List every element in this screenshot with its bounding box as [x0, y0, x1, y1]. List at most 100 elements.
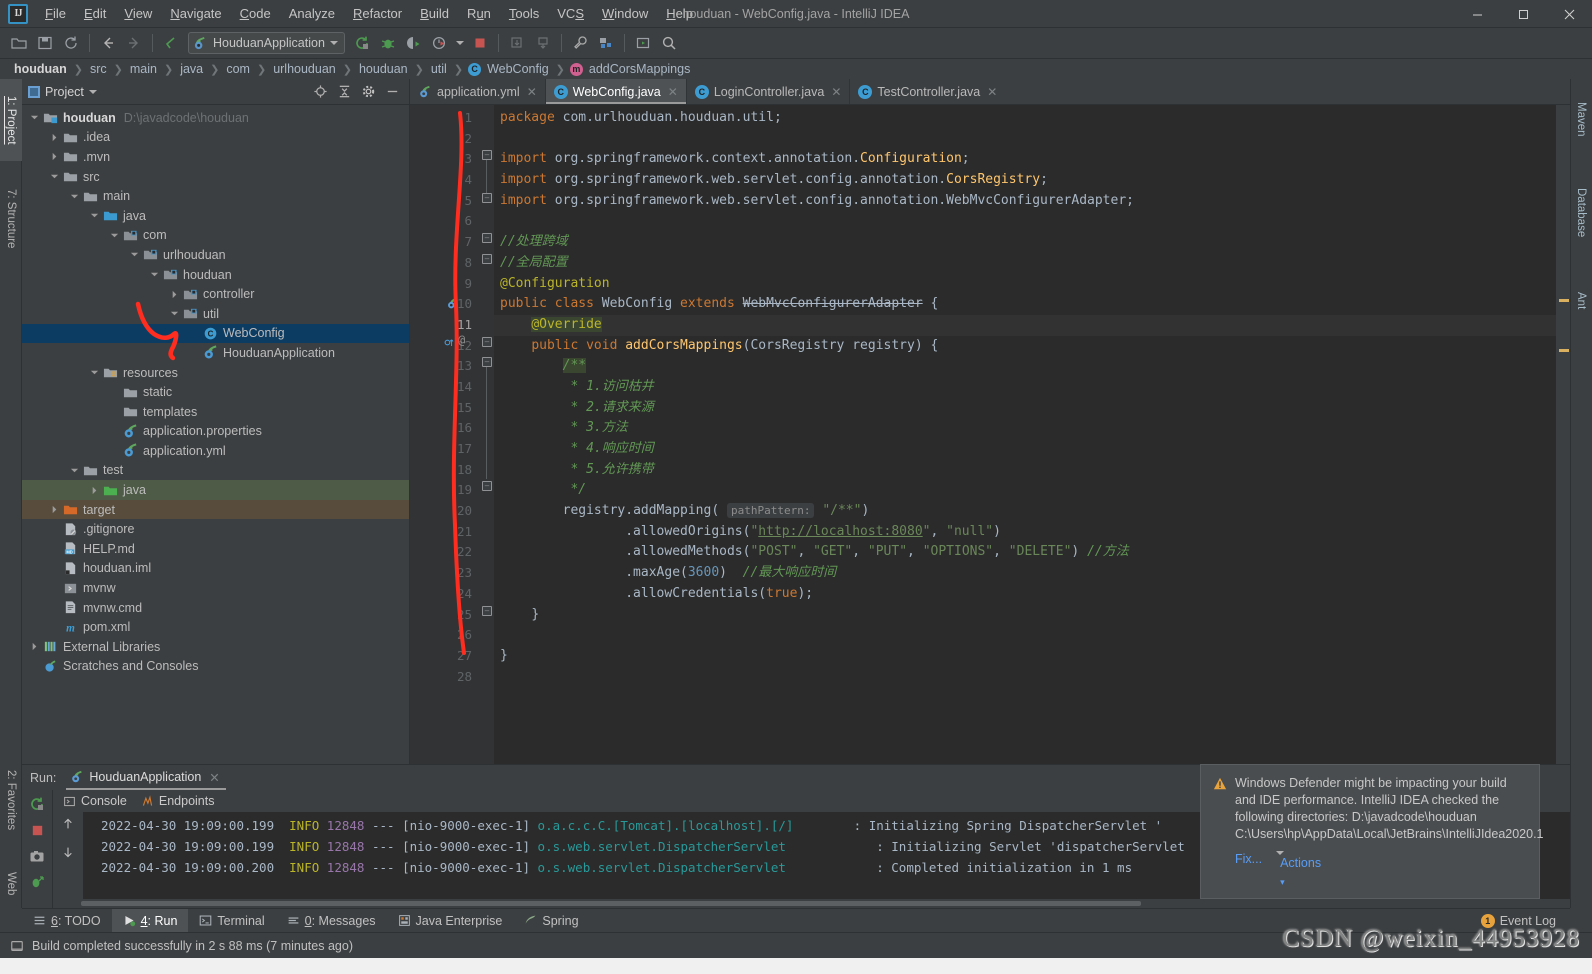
menu-file[interactable]: File — [36, 2, 75, 25]
breadcrumb-item-5[interactable]: urlhouduan — [271, 62, 338, 76]
tree-node-controller[interactable]: controller — [22, 284, 409, 304]
profile-dropdown-icon[interactable] — [453, 31, 467, 55]
menu-window[interactable]: Window — [593, 2, 657, 25]
tree-node-webconfig[interactable]: C WebConfig — [22, 323, 409, 344]
sidebar-tab-database[interactable]: Database — [1570, 165, 1592, 261]
chevron-down-icon[interactable] — [88, 367, 100, 379]
sidebar-tab-structure[interactable]: 7: Structure — [0, 169, 22, 269]
event-log-button[interactable]: 1 Event Log — [1480, 913, 1570, 928]
tool-tab-messages[interactable]: 0: Messages — [276, 909, 387, 933]
tree-node-pom-xml[interactable]: m pom.xml — [22, 617, 409, 637]
tree-node-test[interactable]: test — [22, 461, 409, 481]
camera-icon[interactable] — [26, 846, 48, 866]
run-tab-houduanapplication[interactable]: HouduanApplication ✕ — [64, 768, 227, 790]
forward-arrow-icon[interactable] — [121, 31, 147, 55]
chevron-down-icon[interactable] — [88, 89, 97, 94]
chevron-down-icon[interactable] — [28, 112, 40, 124]
tree-node--gitignore[interactable]: .gitignore — [22, 519, 409, 539]
stripe-warning[interactable] — [1559, 299, 1569, 302]
chevron-right-icon[interactable] — [48, 504, 60, 516]
close-icon[interactable]: ✕ — [668, 85, 678, 99]
breadcrumb-item-8[interactable]: WebConfig — [485, 62, 551, 76]
menu-build[interactable]: Build — [411, 2, 458, 25]
console-tab-endpoints[interactable]: Endpoints — [141, 794, 214, 808]
console-horizontal-scrollbar[interactable] — [53, 899, 1570, 908]
rerun-icon[interactable] — [26, 794, 48, 814]
close-icon[interactable]: ✕ — [831, 85, 841, 99]
sidebar-tab-project[interactable]: 1: Project — [0, 79, 22, 161]
chevron-down-icon[interactable] — [108, 229, 120, 241]
editor-tab-testcontroller-java[interactable]: C TestController.java ✕ — [850, 79, 1005, 104]
scroll-down-icon[interactable] — [57, 842, 79, 862]
menu-analyze[interactable]: Analyze — [280, 2, 344, 25]
breadcrumb-item-7[interactable]: util — [429, 62, 449, 76]
tree-node-application-properties[interactable]: application.properties — [22, 422, 409, 442]
tree-node-help-md[interactable]: MD HELP.md — [22, 539, 409, 559]
editor-tab-webconfig-java[interactable]: C WebConfig.java ✕ — [545, 79, 687, 104]
error-stripe-marker-bar[interactable] — [1556, 105, 1570, 764]
console-tab-console[interactable]: Console — [63, 794, 127, 808]
settings-wrench-icon[interactable] — [567, 31, 593, 55]
stop-icon[interactable] — [26, 820, 48, 840]
tool-tab-todo[interactable]: 6: TODO — [22, 909, 112, 933]
close-button[interactable] — [1546, 0, 1592, 28]
tree-node-external-libraries[interactable]: External Libraries — [22, 637, 409, 657]
chevron-down-icon[interactable] — [168, 308, 180, 320]
tool-tab-run[interactable]: 4: Run — [111, 908, 189, 933]
run-coverage-icon[interactable] — [401, 31, 427, 55]
tree-node-java[interactable]: java — [22, 206, 409, 226]
tree-node-com[interactable]: com — [22, 226, 409, 246]
breadcrumb-item-3[interactable]: java — [178, 62, 205, 76]
tree-node-static[interactable]: static — [22, 382, 409, 402]
code-folding-column[interactable]: – – – – – – – – — [480, 105, 494, 764]
project-tree[interactable]: houduan D:\javadcode\houduan .idea .mvn src m… — [22, 105, 409, 764]
sidebar-tab-favorites[interactable]: 2: Favorites — [0, 747, 22, 853]
chevron-down-icon[interactable] — [148, 269, 160, 281]
code-text-area[interactable]: package com.urlhouduan.houduan.util; imp… — [494, 105, 1556, 764]
select-in-icon[interactable] — [630, 31, 656, 55]
collapse-all-icon[interactable] — [333, 82, 355, 102]
stripe-warning[interactable] — [1559, 349, 1569, 352]
profile-icon[interactable] — [427, 31, 453, 55]
tree-node-mvnw[interactable]: mvnw — [22, 578, 409, 598]
chevron-down-icon[interactable] — [68, 190, 80, 202]
notification-actions-link[interactable]: Actions — [1276, 851, 1321, 870]
run-configuration-selector[interactable]: HouduanApplication — [188, 32, 345, 54]
notification-popup[interactable]: Windows Defender might be impacting your… — [1200, 764, 1544, 899]
tree-node-application-yml[interactable]: application.yml — [22, 441, 409, 461]
menu-code[interactable]: Code — [231, 2, 280, 25]
undo-icon[interactable] — [158, 31, 184, 55]
project-structure-icon[interactable] — [593, 31, 619, 55]
open-folder-icon[interactable] — [6, 31, 32, 55]
menu-refactor[interactable]: Refactor — [344, 2, 411, 25]
tool-tab-terminal[interactable]: Terminal — [188, 909, 275, 933]
tree-node-java[interactable]: java — [22, 480, 409, 500]
menu-navigate[interactable]: Navigate — [161, 2, 230, 25]
chevron-right-icon[interactable] — [28, 641, 40, 653]
menu-tools[interactable]: Tools — [500, 2, 548, 25]
project-panel-title[interactable]: Project — [28, 85, 97, 99]
close-icon[interactable]: ✕ — [987, 85, 997, 99]
tree-node-urlhouduan[interactable]: urlhouduan — [22, 245, 409, 265]
breadcrumb-item-6[interactable]: houduan — [357, 62, 410, 76]
maximize-button[interactable] — [1500, 0, 1546, 28]
editor-tab-logincontroller-java[interactable]: C LoginController.java ✕ — [687, 79, 851, 104]
sidebar-tab-web[interactable]: Web — [0, 857, 22, 911]
scroll-up-icon[interactable] — [57, 814, 79, 834]
tree-node-houduan[interactable]: houduan — [22, 265, 409, 285]
sidebar-tab-maven[interactable]: Maven — [1570, 83, 1592, 155]
tree-node-scratches-and-consoles[interactable]: Scratches and Consoles — [22, 657, 409, 677]
save-icon[interactable] — [32, 31, 58, 55]
tree-node-houduan[interactable]: houduan D:\javadcode\houduan — [22, 108, 409, 128]
tree-node-src[interactable]: src — [22, 167, 409, 187]
sidebar-tab-ant[interactable]: Ant — [1570, 271, 1592, 331]
stop-icon[interactable] — [467, 31, 493, 55]
chevron-down-icon[interactable] — [329, 41, 338, 45]
update-project-icon[interactable] — [504, 31, 530, 55]
breadcrumb-item-4[interactable]: com — [224, 62, 252, 76]
breadcrumb-item-1[interactable]: src — [88, 62, 109, 76]
back-arrow-icon[interactable] — [95, 31, 121, 55]
tool-tab-spring[interactable]: Spring — [513, 909, 589, 933]
menu-vcs[interactable]: VCS — [548, 2, 593, 25]
tree-node-util[interactable]: util — [22, 304, 409, 324]
